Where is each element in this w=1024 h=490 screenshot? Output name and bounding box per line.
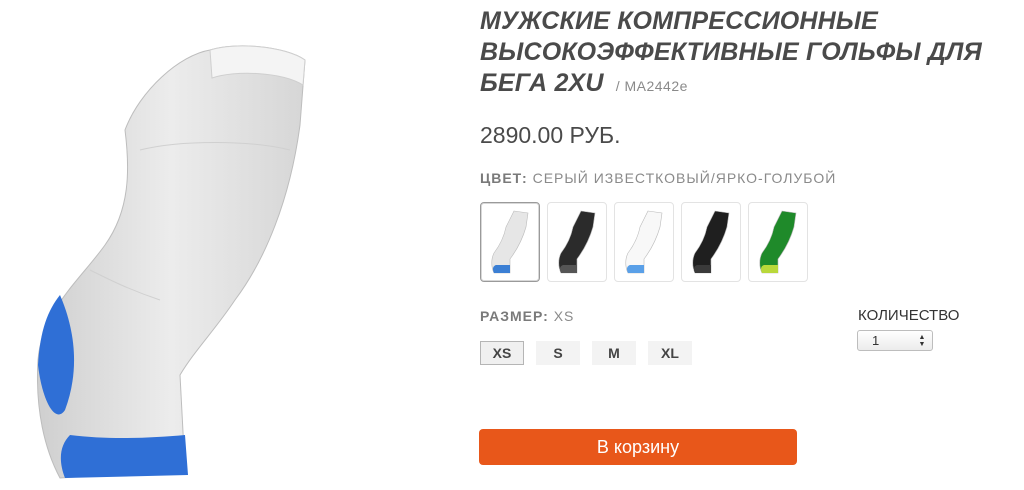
color-value: СЕРЫЙ ИЗВЕСТКОВЫЙ/ЯРКО-ГОЛУБОЙ (532, 170, 837, 186)
sock-black-gray-icon (558, 210, 596, 274)
quantity-value: 1 (872, 333, 880, 348)
size-info: РАЗМЕР: XS (480, 308, 574, 324)
color-label: ЦВЕТ: (480, 170, 528, 186)
product-image (37, 45, 306, 479)
quantity-label: КОЛИЧЕСТВО (858, 307, 960, 324)
sock-black-icon (692, 210, 730, 274)
sock-white-blue-icon (625, 210, 663, 274)
add-to-cart-button[interactable]: В корзину (479, 429, 797, 465)
color-swatch[interactable] (547, 202, 607, 282)
size-option-xl[interactable]: XL (648, 341, 692, 365)
color-swatch[interactable] (748, 202, 808, 282)
quantity-select[interactable]: 1 ▲ ▼ (857, 330, 933, 351)
color-swatch[interactable] (614, 202, 674, 282)
sock-green-icon (759, 210, 797, 274)
size-options: XS S M XL (480, 341, 692, 365)
size-option-m[interactable]: M (592, 341, 636, 365)
color-swatch[interactable] (480, 202, 540, 282)
color-swatches (480, 202, 808, 282)
product-price: 2890.00 РУБ. (480, 122, 621, 148)
product-title: МУЖСКИЕ КОМПРЕССИОННЫЕ ВЫСОКОЭФФЕКТИВНЫЕ… (480, 6, 1020, 102)
color-info: ЦВЕТ: СЕРЫЙ ИЗВЕСТКОВЫЙ/ЯРКО-ГОЛУБОЙ (480, 170, 836, 186)
product-title-text: МУЖСКИЕ КОМПРЕССИОННЫЕ ВЫСОКОЭФФЕКТИВНЫЕ… (480, 7, 982, 97)
sock-gray-blue-icon (491, 210, 529, 274)
color-swatch[interactable] (681, 202, 741, 282)
size-option-s[interactable]: S (536, 341, 580, 365)
size-option-xs[interactable]: XS (480, 341, 524, 365)
size-label: РАЗМЕР: (480, 308, 549, 324)
product-sku: / MA2442e (615, 78, 688, 94)
size-value: XS (553, 308, 575, 324)
stepper-arrows-icon: ▲ ▼ (918, 333, 926, 348)
